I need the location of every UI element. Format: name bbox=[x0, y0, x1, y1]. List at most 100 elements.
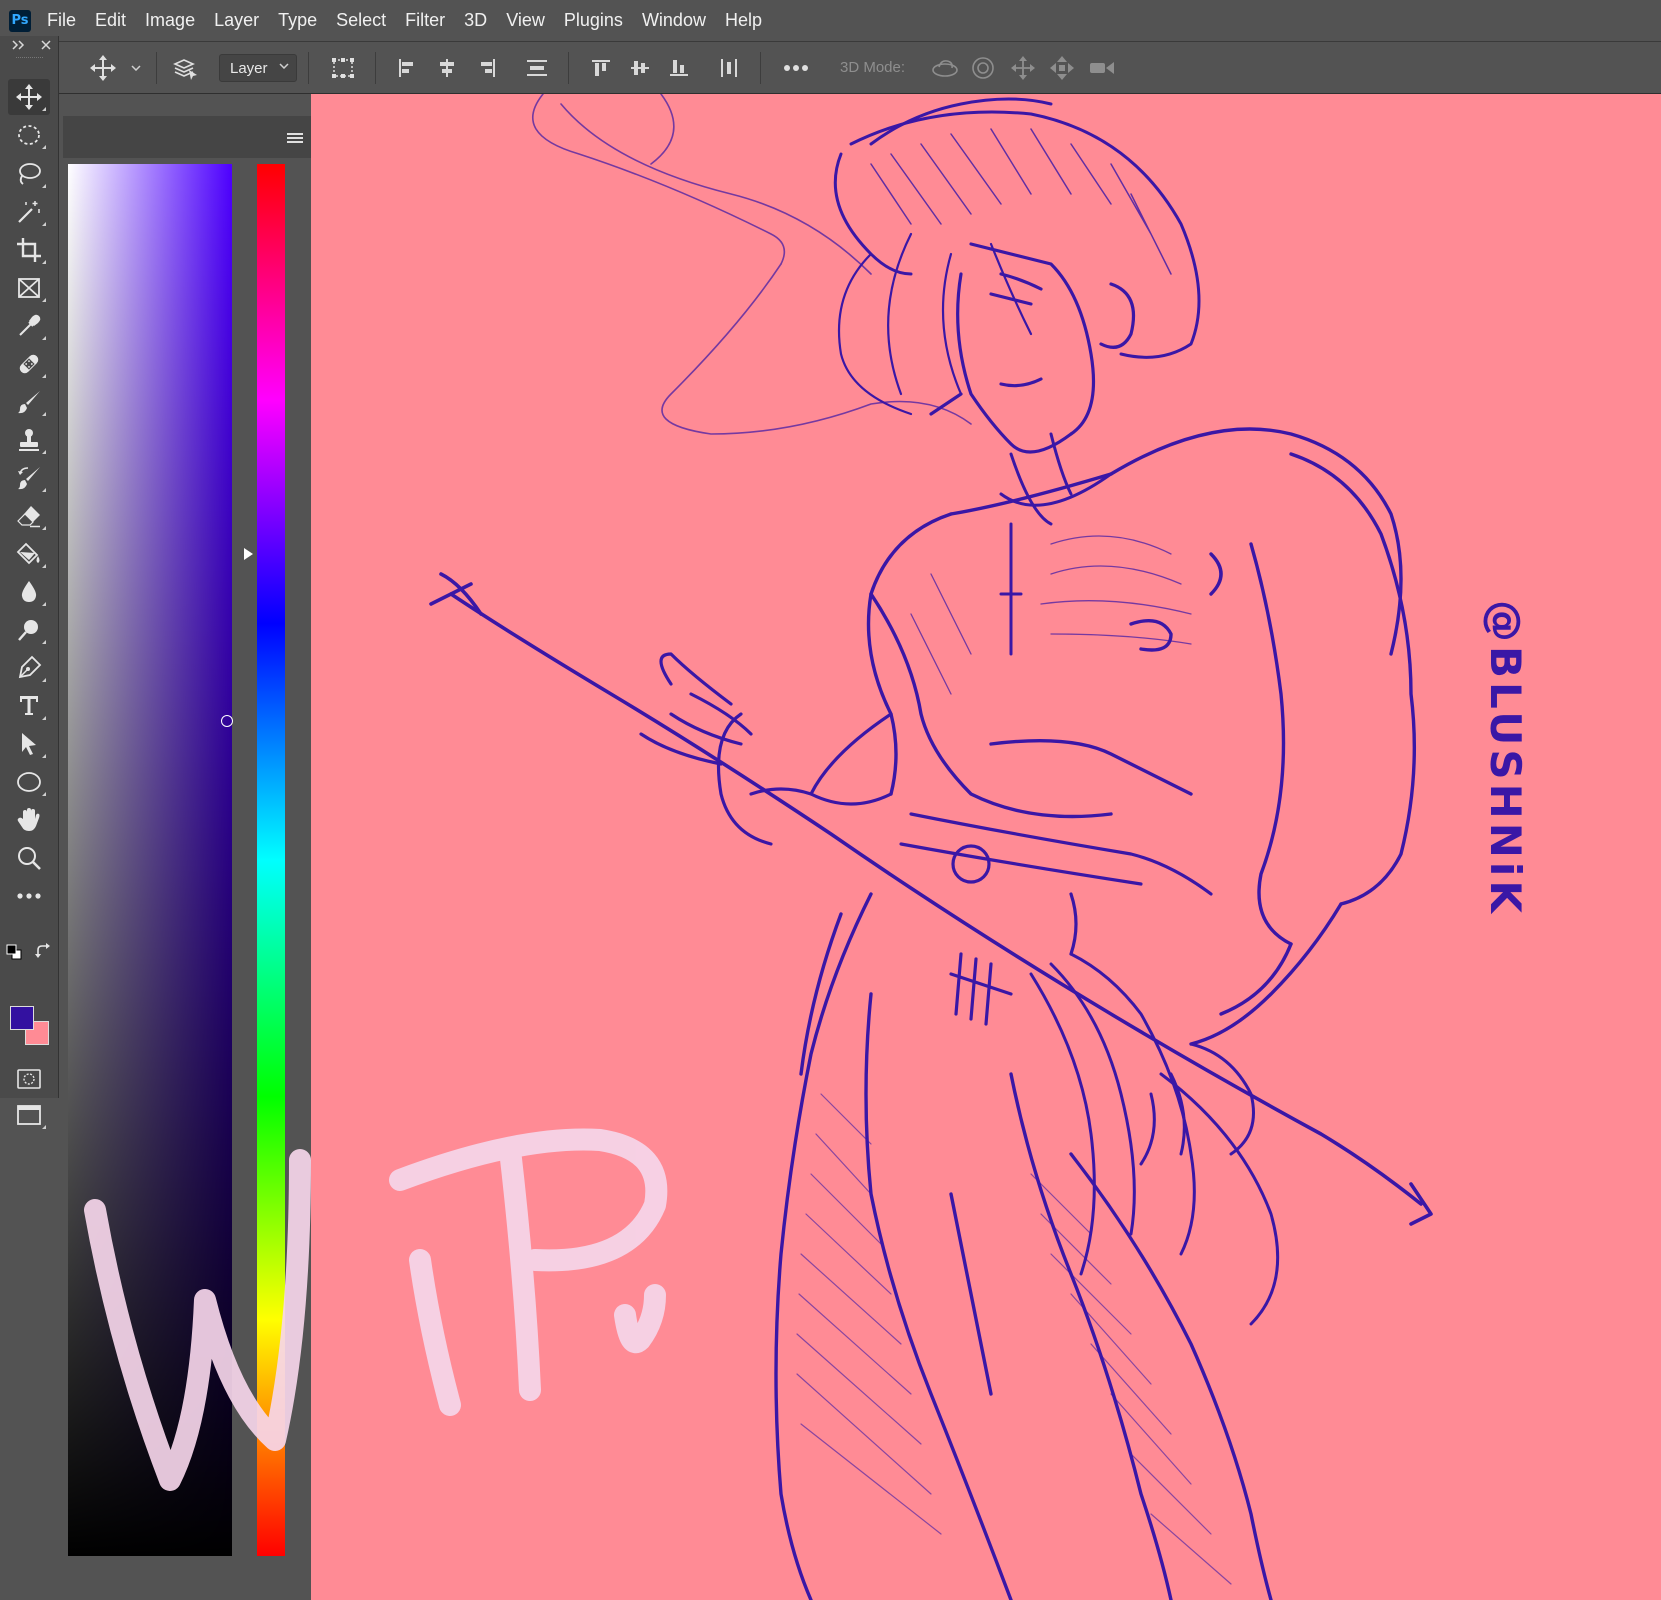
dodge-tool[interactable] bbox=[8, 612, 50, 648]
chevron-down-icon bbox=[279, 63, 289, 69]
healing-brush-tool[interactable] bbox=[8, 346, 50, 382]
magic-wand-icon bbox=[18, 201, 40, 223]
elliptical-marquee-tool[interactable] bbox=[8, 117, 50, 153]
pan-3d-camera-icon[interactable] bbox=[1006, 42, 1040, 94]
clone-stamp-tool[interactable] bbox=[8, 422, 50, 458]
hand-icon bbox=[17, 808, 40, 831]
tool-preset-move-icon[interactable] bbox=[86, 42, 120, 94]
color-panel-header bbox=[63, 116, 311, 158]
move-tool[interactable] bbox=[8, 79, 50, 115]
path-selection-tool[interactable] bbox=[8, 726, 50, 762]
eyedropper-tool[interactable] bbox=[8, 308, 50, 344]
marquee-icon bbox=[18, 125, 40, 145]
brush-tool[interactable] bbox=[8, 384, 50, 420]
separator bbox=[156, 52, 157, 84]
hue-slider[interactable] bbox=[257, 164, 285, 1556]
screen-mode[interactable] bbox=[8, 1097, 50, 1133]
hand-tool[interactable] bbox=[8, 802, 50, 838]
separator bbox=[568, 52, 569, 84]
separator bbox=[760, 52, 761, 84]
menu-select[interactable]: Select bbox=[336, 10, 386, 31]
menu-filter[interactable]: Filter bbox=[405, 10, 445, 31]
more-options-icon[interactable] bbox=[778, 42, 814, 94]
color-picker-field[interactable] bbox=[68, 164, 232, 1556]
roll-3d-camera-icon[interactable] bbox=[966, 42, 1000, 94]
eraser-icon bbox=[17, 506, 40, 528]
swap-colors-icon[interactable] bbox=[34, 942, 52, 960]
arrow-icon bbox=[22, 733, 36, 755]
auto-select-target-value: Layer bbox=[230, 59, 268, 77]
menu-edit[interactable]: Edit bbox=[95, 10, 126, 31]
magic-wand-tool[interactable] bbox=[8, 194, 50, 230]
document-canvas[interactable] bbox=[311, 94, 1661, 1600]
expand-panel-icon[interactable] bbox=[12, 40, 26, 50]
history-brush-tool[interactable] bbox=[8, 460, 50, 496]
3d-mode-label: 3D Mode: bbox=[840, 59, 906, 76]
menu-image[interactable]: Image bbox=[145, 10, 195, 31]
photoshop-logo: Ps bbox=[9, 9, 31, 32]
menu-type[interactable]: Type bbox=[278, 10, 317, 31]
pen-tool[interactable] bbox=[8, 650, 50, 686]
align-right-edges-icon[interactable] bbox=[472, 42, 502, 94]
menu-layer[interactable]: Layer bbox=[214, 10, 259, 31]
crop-icon bbox=[17, 238, 41, 262]
type-icon bbox=[20, 696, 38, 715]
align-horizontal-centers-icon[interactable] bbox=[432, 42, 462, 94]
eraser-tool[interactable] bbox=[8, 498, 50, 534]
edit-toolbar[interactable] bbox=[8, 878, 50, 914]
more-icon bbox=[17, 893, 41, 899]
grip-icon[interactable] bbox=[16, 56, 44, 59]
bandage-icon bbox=[19, 354, 39, 374]
hue-slider-marker[interactable] bbox=[244, 547, 253, 560]
menu-view[interactable]: View bbox=[506, 10, 545, 31]
auto-select-target-dropdown[interactable]: Layer bbox=[219, 54, 297, 82]
frame-tool[interactable] bbox=[8, 270, 50, 306]
close-icon[interactable] bbox=[40, 39, 52, 51]
menu-3d[interactable]: 3D bbox=[464, 10, 487, 31]
align-left-edges-icon[interactable] bbox=[392, 42, 422, 94]
paint-bucket-tool[interactable] bbox=[8, 536, 50, 572]
lasso-icon bbox=[19, 163, 41, 185]
lasso-tool[interactable] bbox=[8, 156, 50, 192]
color-picker-cursor[interactable] bbox=[221, 714, 234, 727]
zoom-3d-camera-icon[interactable] bbox=[1085, 42, 1119, 94]
zoom-icon bbox=[18, 847, 41, 870]
separator bbox=[308, 52, 309, 84]
align-top-edges-icon[interactable] bbox=[586, 42, 616, 94]
menu-help[interactable]: Help bbox=[725, 10, 762, 31]
default-colors-icon[interactable] bbox=[6, 944, 22, 960]
auto-select-layers-icon[interactable] bbox=[168, 42, 202, 94]
crop-tool[interactable] bbox=[8, 232, 50, 268]
quick-mask-mode[interactable] bbox=[8, 1061, 50, 1097]
stamp-icon bbox=[19, 429, 39, 451]
distribute-vertical-icon[interactable] bbox=[521, 42, 553, 94]
distribute-horizontal-icon[interactable] bbox=[714, 42, 744, 94]
ellipse-icon bbox=[17, 772, 41, 792]
eyedropper-icon bbox=[19, 314, 41, 336]
frame-icon bbox=[18, 278, 40, 298]
type-tool[interactable] bbox=[8, 688, 50, 724]
blur-tool[interactable] bbox=[8, 574, 50, 610]
menu-bar: Ps File Edit Image Layer Type Select Fil… bbox=[0, 0, 1661, 42]
menu-plugins[interactable]: Plugins bbox=[564, 10, 623, 31]
zoom-tool[interactable] bbox=[8, 840, 50, 876]
orbit-3d-camera-icon[interactable] bbox=[928, 42, 962, 94]
options-bar: Layer 3D Mode: bbox=[0, 42, 1661, 94]
slide-3d-camera-icon[interactable] bbox=[1045, 42, 1079, 94]
brush-icon bbox=[18, 391, 40, 414]
tool-preset-chevron-down-icon[interactable] bbox=[128, 42, 144, 94]
quick-mask-icon bbox=[17, 1069, 41, 1089]
menu-window[interactable]: Window bbox=[642, 10, 706, 31]
panel-menu-icon[interactable] bbox=[287, 132, 303, 144]
history-brush-icon bbox=[18, 467, 40, 490]
menu-file[interactable]: File bbox=[47, 10, 76, 31]
align-bottom-edges-icon[interactable] bbox=[664, 42, 694, 94]
screen-mode-icon bbox=[17, 1105, 41, 1125]
dodge-icon bbox=[18, 620, 38, 641]
align-vertical-centers-icon[interactable] bbox=[625, 42, 655, 94]
transform-controls-icon[interactable] bbox=[327, 42, 359, 94]
foreground-color-swatch[interactable] bbox=[10, 1006, 34, 1030]
toolbar-header bbox=[0, 36, 59, 59]
ellipse-tool[interactable] bbox=[8, 764, 50, 800]
pen-icon bbox=[18, 655, 42, 679]
